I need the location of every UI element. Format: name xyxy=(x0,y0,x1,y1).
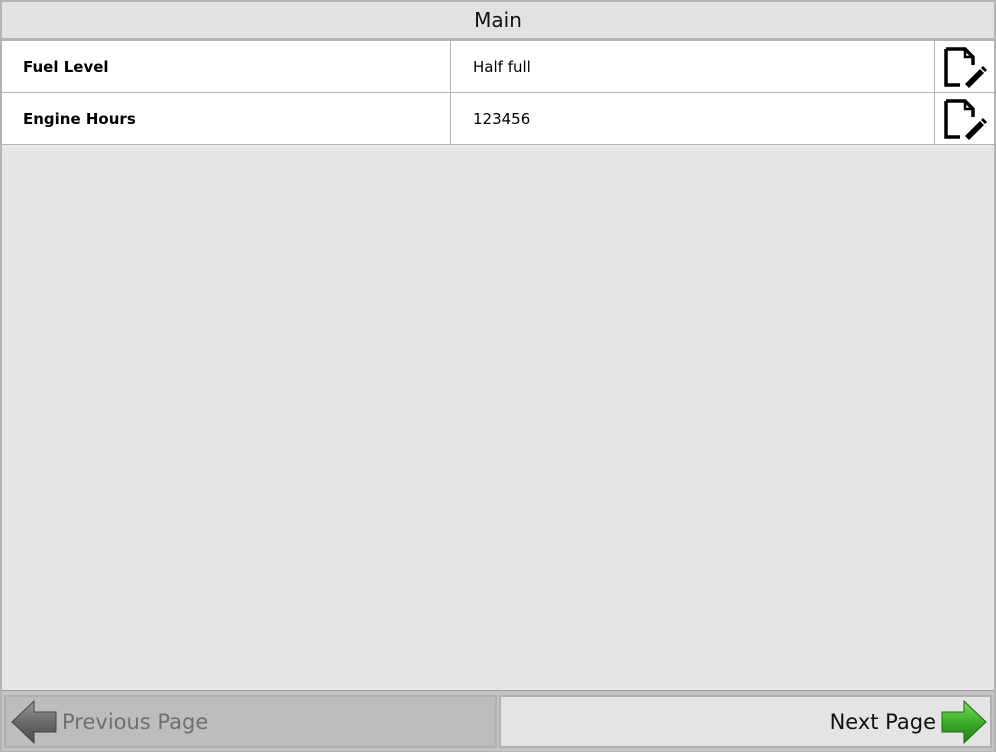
property-row-engine-hours: Engine Hours 123456 xyxy=(2,93,994,145)
previous-page-button[interactable]: Previous Page xyxy=(4,695,497,748)
column-divider xyxy=(934,93,935,144)
property-value: Half full xyxy=(473,57,531,76)
column-divider xyxy=(934,41,935,92)
pagination-bar: Previous Page Next Page xyxy=(2,690,994,751)
edit-document-icon xyxy=(944,98,987,140)
edit-document-icon xyxy=(944,46,987,88)
previous-page-label: Previous Page xyxy=(62,709,209,734)
page-title: Main xyxy=(474,8,522,32)
edit-button[interactable] xyxy=(936,93,994,144)
next-page-button[interactable]: Next Page xyxy=(499,695,992,748)
next-page-label: Next Page xyxy=(829,709,936,734)
app-window: Main Fuel Level Half full Engine Hours 1… xyxy=(0,0,996,752)
arrow-left-icon xyxy=(11,699,57,744)
arrow-right-icon xyxy=(941,699,987,744)
property-row-fuel-level: Fuel Level Half full xyxy=(2,41,994,93)
page-header: Main xyxy=(2,2,994,41)
property-label: Fuel Level xyxy=(23,57,109,76)
property-list: Fuel Level Half full Engine Hours 123456 xyxy=(2,41,994,145)
column-divider xyxy=(450,41,451,92)
property-label: Engine Hours xyxy=(23,109,136,128)
column-divider xyxy=(450,93,451,144)
edit-button[interactable] xyxy=(936,41,994,92)
property-value: 123456 xyxy=(473,109,531,128)
